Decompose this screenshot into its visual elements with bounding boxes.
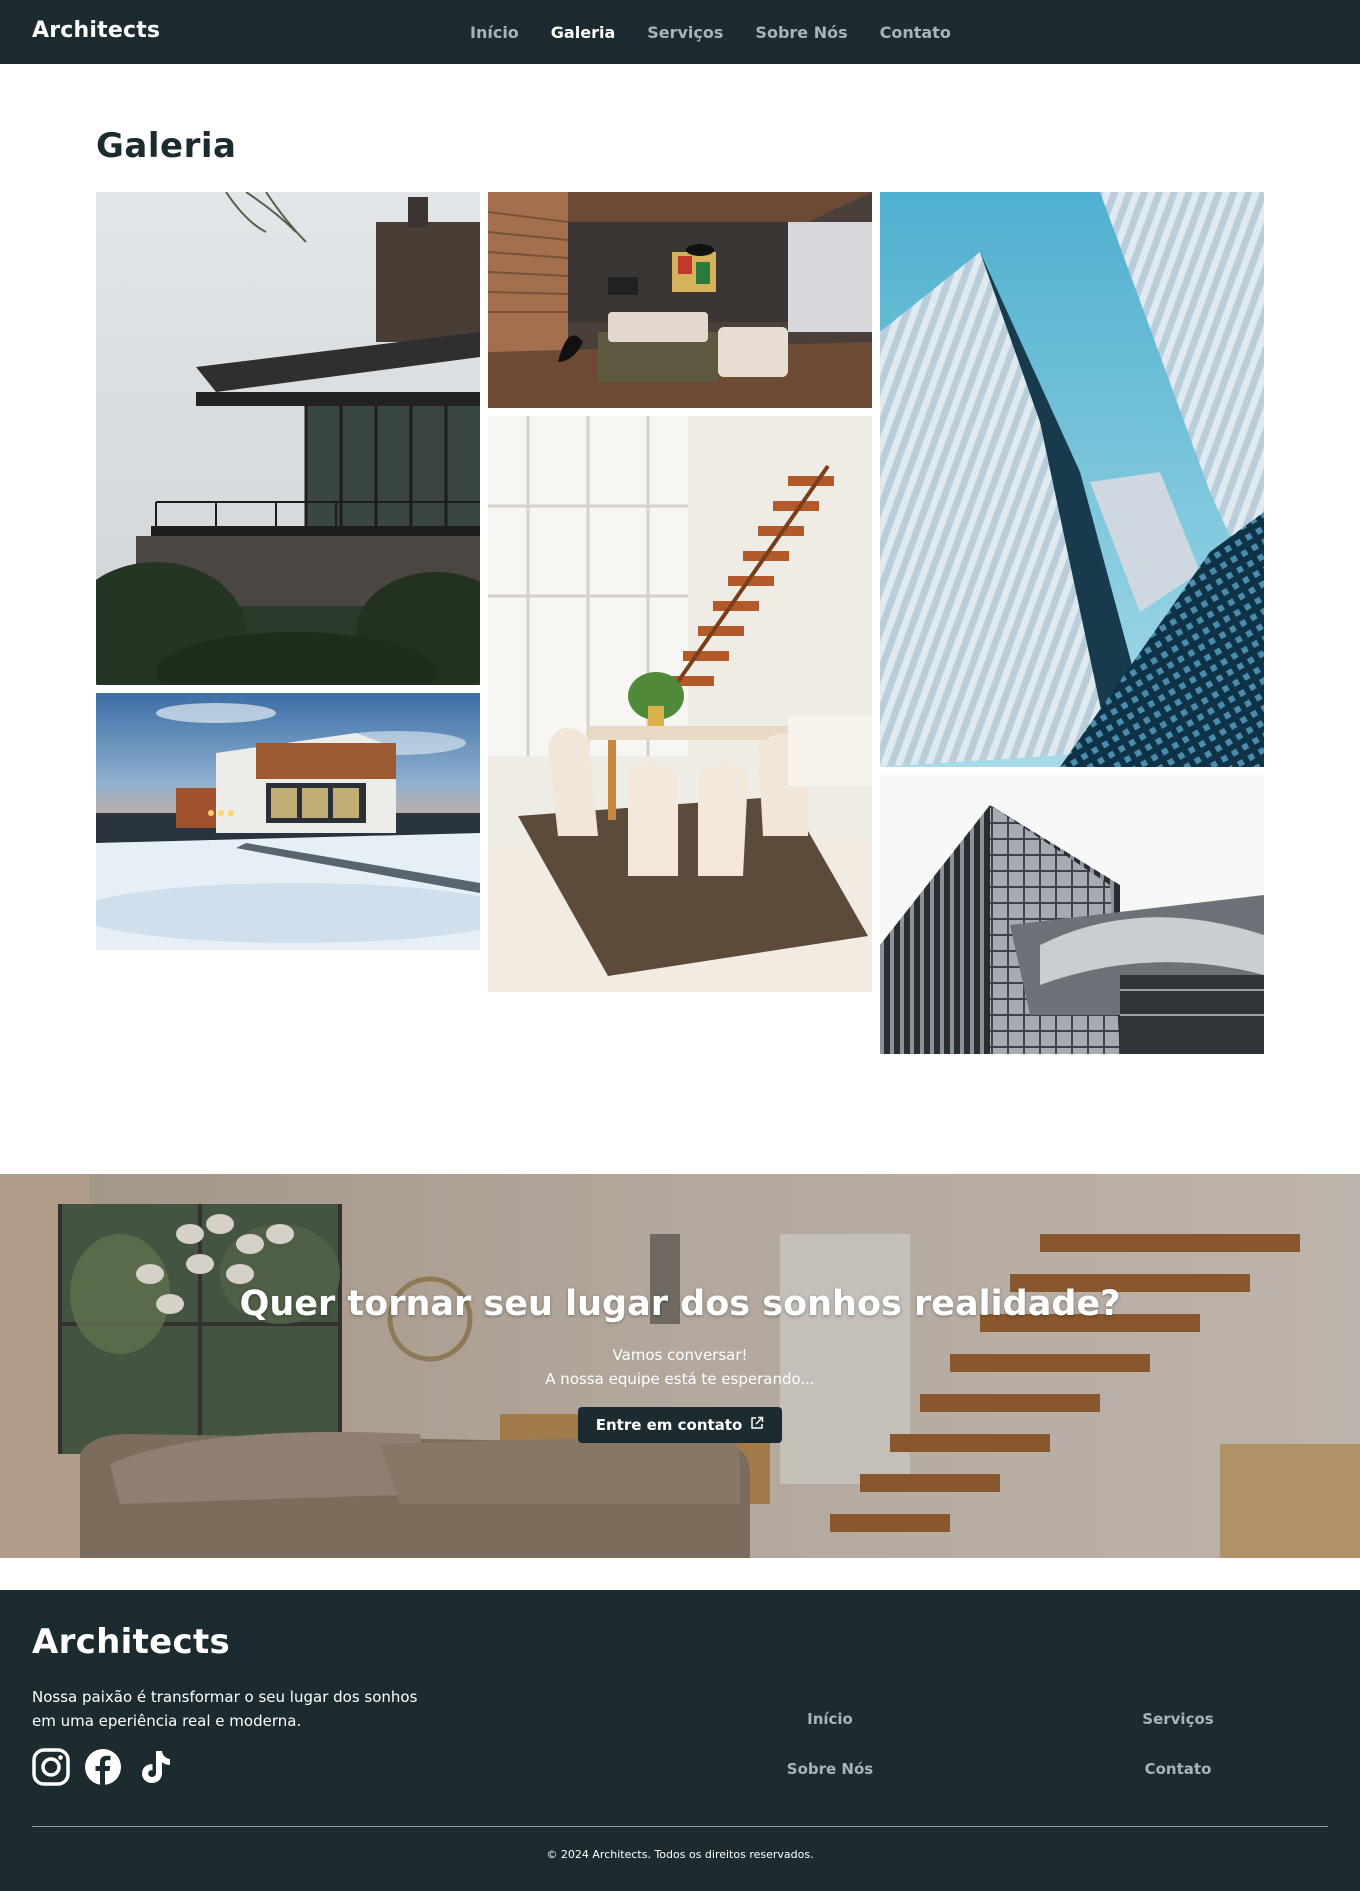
footer-divider [32, 1826, 1328, 1827]
footer-link-sobre-nos[interactable]: Sobre Nós [750, 1760, 910, 1778]
cta-subtitle-line2: A nossa equipe está te esperando... [545, 1370, 815, 1388]
nav-link-servicos[interactable]: Serviços [647, 23, 723, 42]
gallery-photo-house-trees[interactable] [96, 192, 480, 685]
photo-house-trees-image [96, 192, 480, 685]
gallery-photo-blue-skyscrapers[interactable] [880, 192, 1264, 767]
nav-link-sobre-nos[interactable]: Sobre Nós [755, 23, 847, 42]
contact-button[interactable]: Entre em contato [578, 1407, 782, 1443]
copyright-text: © 2024 Architects. Todos os direitos res… [546, 1848, 814, 1861]
photo-staircase-dining-image [488, 416, 872, 992]
cta-background-image [0, 1174, 1360, 1558]
footer-link-contato[interactable]: Contato [1098, 1760, 1258, 1778]
gallery-photo-living-room[interactable] [488, 192, 872, 408]
nav-link-contato[interactable]: Contato [880, 23, 951, 42]
external-link-icon [750, 1416, 764, 1434]
cta-title: Quer tornar seu lugar dos sonhos realida… [239, 1284, 1121, 1324]
cta-section [0, 1174, 1360, 1558]
footer-description-line1: Nossa paixão é transformar o seu lugar d… [32, 1688, 418, 1706]
instagram-icon[interactable] [32, 1748, 72, 1788]
nav-link-inicio[interactable]: Início [470, 23, 519, 42]
photo-blue-skyscrapers-image [880, 192, 1264, 767]
photo-living-room-image [488, 192, 872, 408]
navbar: Architects Início Galeria Serviços Sobre… [0, 0, 1360, 64]
photo-glass-office-image [880, 775, 1264, 1054]
footer-description-line2: em uma eperiência real e moderna. [32, 1712, 302, 1730]
nav-links: Início Galeria Serviços Sobre Nós Contat… [470, 0, 951, 64]
facebook-icon[interactable] [84, 1748, 124, 1788]
footer-brand: Architects [32, 1622, 231, 1662]
footer: Architects Nossa paixão é transformar o … [0, 1590, 1360, 1891]
gallery-photo-staircase-dining[interactable] [488, 416, 872, 992]
footer-link-servicos[interactable]: Serviços [1098, 1710, 1258, 1728]
tiktok-icon[interactable] [136, 1748, 176, 1788]
cta-subtitle-line1: Vamos conversar! [612, 1346, 748, 1364]
gallery-photo-snow-house[interactable] [96, 693, 480, 950]
footer-link-inicio[interactable]: Início [750, 1710, 910, 1728]
contact-button-label: Entre em contato [595, 1416, 743, 1434]
nav-link-galeria[interactable]: Galeria [551, 23, 615, 42]
gallery-photo-glass-office[interactable] [880, 775, 1264, 1054]
photo-snow-house-image [96, 693, 480, 950]
brand-logo[interactable]: Architects [32, 18, 160, 43]
gallery-title: Galeria [96, 126, 237, 166]
